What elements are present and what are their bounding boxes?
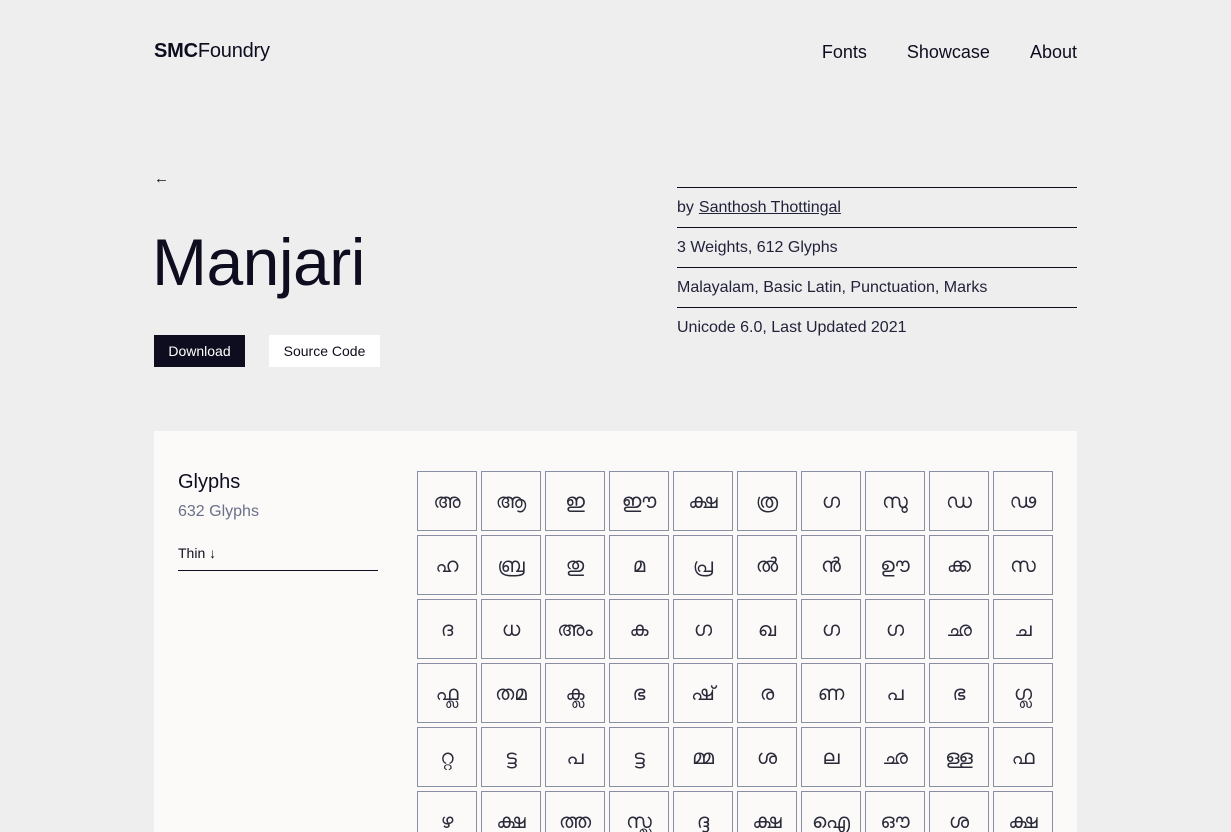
glyph-cell[interactable]: ദ്ദ [673, 791, 733, 832]
glyph-cell[interactable]: സു [865, 471, 925, 531]
glyph-cell[interactable]: റ്റ [417, 727, 477, 787]
logo-bold-text: SMC [154, 40, 198, 62]
glyph-cell[interactable]: ഐ [801, 791, 861, 832]
weight-select[interactable]: Thin ↓ [178, 545, 378, 571]
glyph-cell[interactable]: ഷ് [673, 663, 733, 723]
glyph-cell[interactable]: ച [993, 599, 1053, 659]
logo-text: Foundry [197, 40, 270, 62]
glyph-cell[interactable]: ഗ [673, 599, 733, 659]
glyph-cell[interactable]: ശ [737, 727, 797, 787]
glyph-cell[interactable]: ബ്ര [481, 535, 541, 595]
glyph-cell[interactable]: ട്ട [609, 727, 669, 787]
glyph-cell[interactable]: സ [993, 535, 1053, 595]
glyph-cell[interactable]: ധ [481, 599, 541, 659]
main-nav: Fonts Showcase About [822, 42, 1077, 63]
glyph-cell[interactable]: ട്ട [481, 727, 541, 787]
glyph-cell[interactable]: ആ [481, 471, 541, 531]
glyphs-count: 632 Glyphs [178, 503, 259, 520]
glyph-cell[interactable]: ഴ [417, 791, 477, 832]
glyph-cell[interactable]: ക്ക [929, 535, 989, 595]
glyph-cell[interactable]: മ്മ [673, 727, 733, 787]
glyph-cell[interactable]: ഡ [929, 471, 989, 531]
glyph-cell[interactable]: ദ [417, 599, 477, 659]
glyph-cell[interactable]: ക്ല [545, 663, 605, 723]
glyph-cell[interactable]: ഫ്ല [417, 663, 477, 723]
glyph-cell[interactable]: ഊ [865, 535, 925, 595]
glyph-cell[interactable]: പ്ര [673, 535, 733, 595]
glyph-cell[interactable]: ഛ [929, 599, 989, 659]
glyph-cell[interactable]: ക [609, 599, 669, 659]
nav-about[interactable]: About [1030, 42, 1077, 63]
glyph-cell[interactable]: ഗ [801, 471, 861, 531]
glyph-cell[interactable]: തമ [481, 663, 541, 723]
glyph-cell[interactable]: സ്ല [609, 791, 669, 832]
glyph-cell[interactable]: ത്ത [545, 791, 605, 832]
glyph-cell[interactable]: ക്ഷ [737, 791, 797, 832]
source-code-button[interactable]: Source Code [269, 335, 380, 367]
glyph-cell[interactable]: ള്ള [929, 727, 989, 787]
glyph-cell[interactable]: ഗ [801, 599, 861, 659]
meta-scripts: Malayalam, Basic Latin, Punctuation, Mar… [677, 267, 1077, 307]
meta-unicode: Unicode 6.0, Last Updated 2021 [677, 307, 1077, 347]
glyph-cell[interactable]: ഭ [929, 663, 989, 723]
glyph-cell[interactable]: ഫ [993, 727, 1053, 787]
glyph-cell[interactable]: ക്ഷ [993, 791, 1053, 832]
meta-by-label: by [677, 198, 694, 216]
back-arrow-icon[interactable]: ← [154, 170, 169, 187]
meta-author: by Santhosh Thottingal [677, 187, 1077, 227]
glyph-cell[interactable]: ഗ്ല [993, 663, 1053, 723]
download-button[interactable]: Download [154, 335, 245, 367]
nav-fonts[interactable]: Fonts [822, 42, 867, 63]
meta-weights: 3 Weights, 612 Glyphs [677, 227, 1077, 267]
glyph-cell[interactable]: ഛ [865, 727, 925, 787]
glyph-cell[interactable]: ശ [929, 791, 989, 832]
glyph-cell[interactable]: പ [865, 663, 925, 723]
glyph-cell[interactable]: ഗ [865, 599, 925, 659]
glyph-cell[interactable]: ക്ഷ [673, 471, 733, 531]
glyph-cell[interactable]: ണ [801, 663, 861, 723]
site-logo[interactable]: SMCFoundry [154, 40, 270, 63]
glyphs-heading: Glyphs [178, 471, 241, 493]
glyph-cell[interactable]: അം [545, 599, 605, 659]
site-header: SMCFoundry Fonts Showcase About [154, 38, 1077, 68]
glyph-cell[interactable]: ഭ [609, 663, 669, 723]
font-title: Manjari [152, 225, 365, 299]
glyph-cell[interactable]: ര [737, 663, 797, 723]
glyph-cell[interactable]: ഇ [545, 471, 605, 531]
glyph-cell[interactable]: തു [545, 535, 605, 595]
glyph-cell[interactable]: ഈ [609, 471, 669, 531]
glyph-cell[interactable]: ക്ഷ [481, 791, 541, 832]
glyph-panel: Glyphs 632 Glyphs Thin ↓ അ ആ ഇ ഈ ക്ഷ ത്ര ഗ സു ഡ ഢ… [154, 431, 1077, 832]
glyph-cell[interactable]: ഹ [417, 535, 477, 595]
glyph-cell[interactable]: ഢ [993, 471, 1053, 531]
nav-showcase[interactable]: Showcase [907, 42, 990, 63]
glyph-cell[interactable]: പ [545, 727, 605, 787]
glyph-grid: അ ആ ഇ ഈ ക്ഷ ത്ര ഗ സു ഡ ഢ ഹ ബ്ര തു മ പ്ര ൽ ൻ ഊ ക്ക സ ദ ധ അം ക ഗ ഖ ഗ… [417, 471, 1053, 832]
glyph-cell[interactable]: ൽ [737, 535, 797, 595]
glyph-cell[interactable]: മ [609, 535, 669, 595]
glyph-cell[interactable]: ല [801, 727, 861, 787]
author-link[interactable]: Santhosh Thottingal [699, 199, 841, 217]
glyph-cell[interactable]: ഖ [737, 599, 797, 659]
glyph-cell[interactable]: അ [417, 471, 477, 531]
font-meta: by Santhosh Thottingal 3 Weights, 612 Gl… [677, 187, 1077, 347]
glyph-cell[interactable]: ഔ [865, 791, 925, 832]
glyph-cell[interactable]: ൻ [801, 535, 861, 595]
glyph-cell[interactable]: ത്ര [737, 471, 797, 531]
